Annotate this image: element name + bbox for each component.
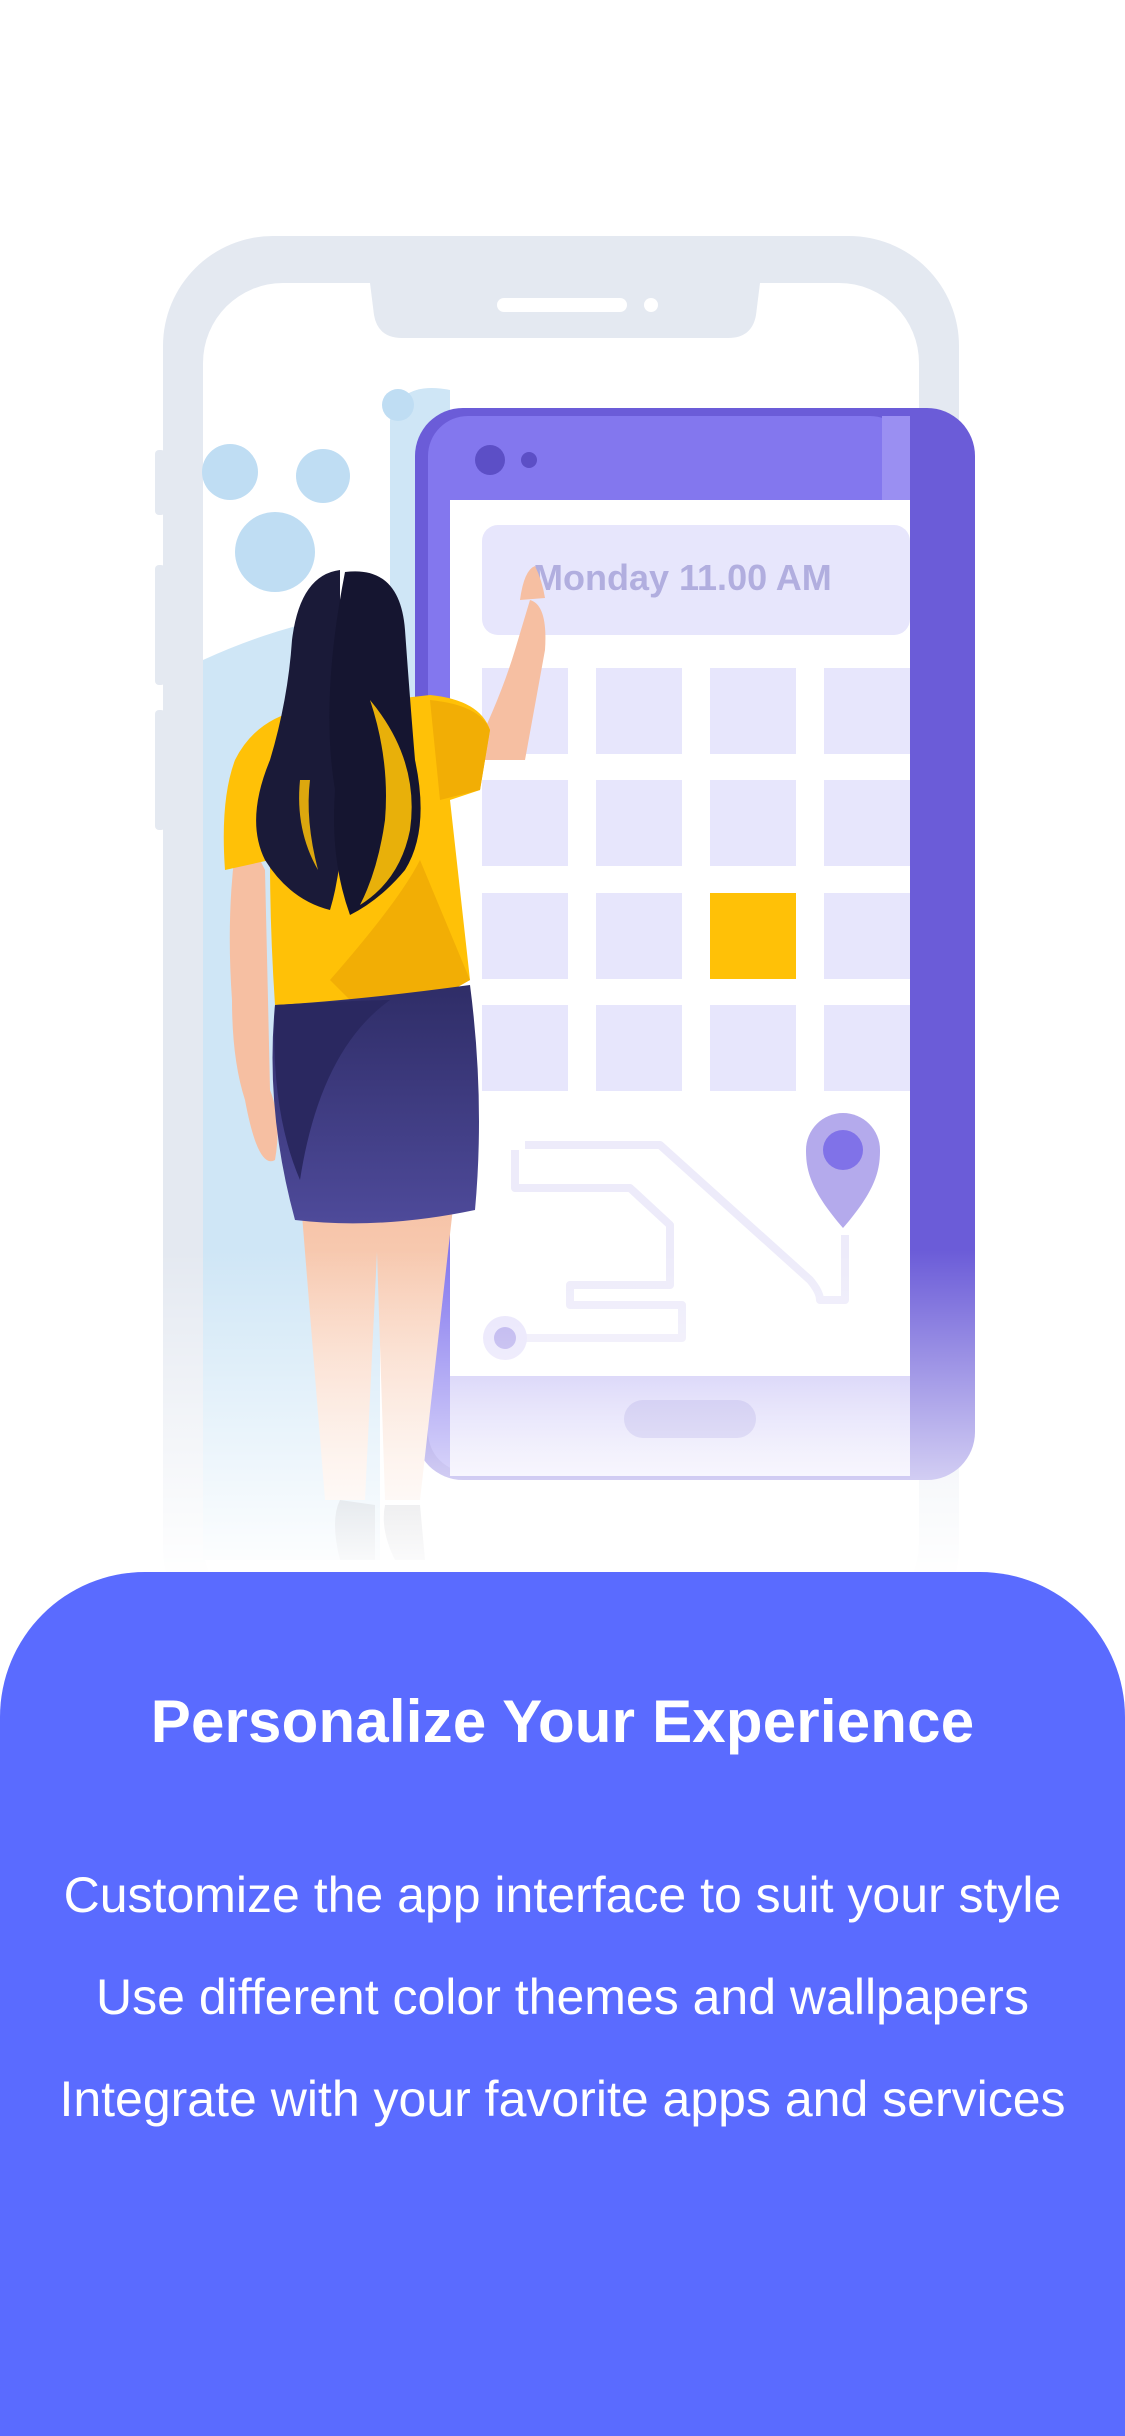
calendar-cell: [596, 893, 682, 979]
feature-item-customize: Customize the app interface to suit your…: [63, 1867, 1062, 1923]
onboarding-info-panel: Personalize Your Experience Customize th…: [0, 1572, 1125, 2436]
calendar-cell-selected: [710, 893, 796, 979]
calendar-cell: [824, 893, 910, 979]
feature-item-integrations: Integrate with your favorite apps and se…: [59, 2071, 1066, 2127]
calendar-cell: [482, 1005, 568, 1091]
calendar-cell: [824, 780, 910, 866]
calendar-cell: [482, 780, 568, 866]
calendar-cell: [596, 1005, 682, 1091]
feature-list: Customize the app interface to suit your…: [0, 1844, 1125, 2150]
calendar-cell: [596, 780, 682, 866]
phone-notch: [370, 283, 760, 338]
phone-calendar-illustration: Monday 11.00 AM: [0, 236, 1125, 1580]
calendar-time-label: Monday 11.00 AM: [533, 557, 832, 598]
illustration-fade: [0, 1250, 1125, 1580]
feature-item-themes: Use different color themes and wallpaper…: [96, 1969, 1029, 2025]
onboarding-screen: Monday 11.00 AM Personalize Your Experie…: [0, 0, 1125, 2436]
calendar-header: Monday 11.00 AM: [482, 525, 910, 635]
calendar-cell: [710, 780, 796, 866]
calendar-cell: [824, 1005, 910, 1091]
onboarding-title: Personalize Your Experience: [150, 1688, 975, 1755]
calendar-cell: [710, 668, 796, 754]
hero-illustration: Monday 11.00 AM: [0, 0, 1125, 1580]
calendar-cell: [824, 668, 910, 754]
calendar-cell: [596, 668, 682, 754]
calendar-cell: [710, 1005, 796, 1091]
calendar-cell: [482, 893, 568, 979]
